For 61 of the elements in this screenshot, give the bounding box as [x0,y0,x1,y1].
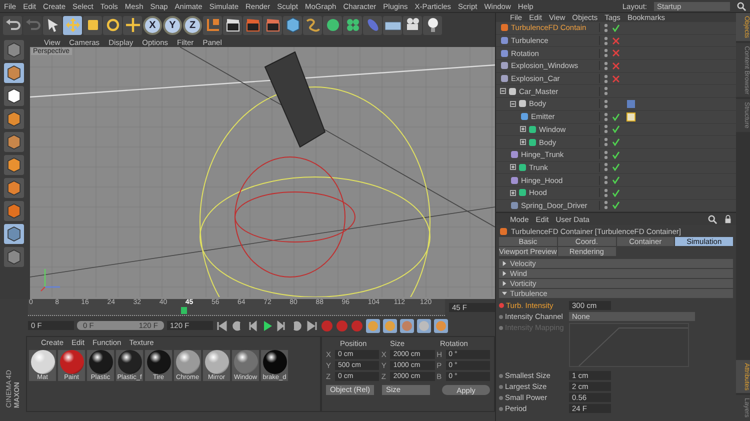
search-icon[interactable] [708,214,717,224]
expand-toggle[interactable] [510,100,516,107]
visibility-dots-icon[interactable] [603,188,609,198]
play-icon[interactable] [261,320,273,332]
check-icon[interactable] [612,163,620,172]
expand-toggle[interactable] [520,139,526,146]
keyframe-dot[interactable] [499,384,503,388]
visibility-dots-icon[interactable] [603,137,609,148]
axis-toggle[interactable]: X [143,16,162,34]
skip-start-icon[interactable] [216,320,228,332]
plus-icon[interactable] [123,16,142,34]
visibility-dots-icon[interactable] [603,200,609,210]
visibility-dots-icon[interactable] [603,98,609,109]
visibility-dots-icon[interactable] [603,175,609,186]
check-icon[interactable] [612,112,620,121]
search-icon[interactable] [737,2,746,10]
expand-toggle[interactable] [520,126,526,132]
cursor-icon[interactable] [43,16,62,34]
visibility-dots-icon[interactable] [603,124,609,134]
visibility-dots-icon[interactable] [603,60,609,71]
visibility-dots-icon[interactable] [603,162,609,172]
undo-icon[interactable] [3,16,22,34]
lock-icon[interactable] [724,214,732,224]
visibility-dots-icon[interactable] [603,48,609,58]
check-icon[interactable] [612,138,620,146]
visibility-dots-icon[interactable] [603,112,609,122]
expand-toggle[interactable] [510,190,516,196]
visibility-dots-icon[interactable] [603,36,609,46]
step-forward-icon[interactable] [276,320,288,332]
keyframe-dot[interactable] [499,396,503,400]
axis-toggle[interactable]: Z [183,16,202,34]
clapperboard-icon[interactable] [223,16,242,34]
cluster-icon[interactable] [343,16,362,34]
keyframe-dot[interactable] [499,406,503,410]
axis-toggle[interactable]: Y [163,16,182,34]
check-icon[interactable] [612,176,620,184]
tag-icon[interactable] [626,112,636,122]
clapperboard-icon[interactable] [263,16,282,34]
visibility-dots-icon[interactable] [603,150,609,160]
check-icon[interactable] [612,201,620,210]
axis-gizmo-icon [40,269,60,292]
expand-toggle[interactable] [510,164,516,170]
camera-icon[interactable] [403,16,422,34]
keyframe-dot[interactable] [499,374,503,378]
visibility-dots-icon[interactable] [603,74,609,84]
light-bulb-icon[interactable] [423,16,442,34]
expand-toggle[interactable] [500,88,506,94]
spline-icon[interactable] [303,16,322,34]
object-icon [499,226,508,236]
skip-end-icon[interactable] [306,320,318,332]
keyframe-dot[interactable] [499,303,504,308]
playhead[interactable] [181,307,188,314]
keyframe-dot[interactable] [499,314,503,318]
plane-icon[interactable] [383,16,402,34]
check-icon[interactable] [612,24,620,32]
check-icon[interactable] [612,125,620,134]
check-icon[interactable] [612,188,620,197]
visibility-dots-icon[interactable] [603,22,609,33]
capsule-icon[interactable] [363,16,382,34]
visibility-dots-icon[interactable] [603,86,609,96]
check-icon[interactable] [612,150,620,159]
